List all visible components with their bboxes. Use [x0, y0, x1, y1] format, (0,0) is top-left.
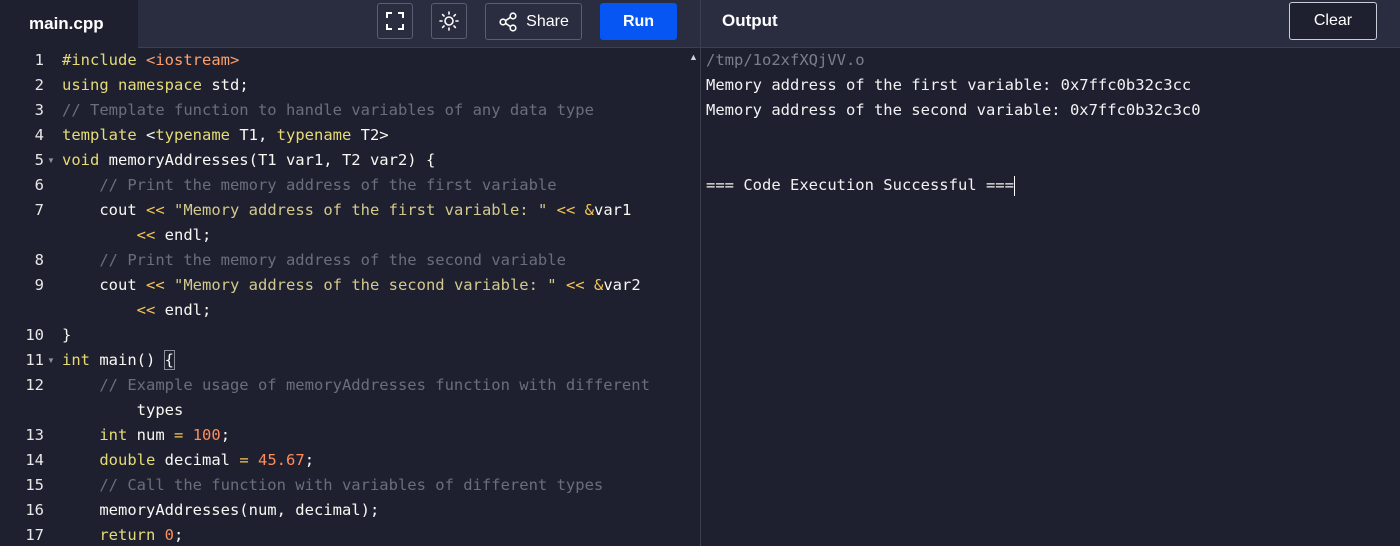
- code-editor[interactable]: 1 2 3 4 5 ▼ 6 7 8 9 10 11 ▼ 12 13 14 15 …: [0, 48, 700, 546]
- code-line[interactable]: // Template function to handle variables…: [62, 98, 594, 123]
- line-number: 10: [25, 326, 44, 344]
- theme-sun-icon: [439, 11, 459, 31]
- fullscreen-icon: [386, 12, 404, 30]
- clear-button[interactable]: Clear: [1289, 2, 1377, 40]
- code-line[interactable]: << endl;: [62, 298, 212, 323]
- line-number: 6: [34, 176, 44, 194]
- line-number: 14: [25, 451, 44, 469]
- line-number: 2: [34, 76, 44, 94]
- text-cursor: [1013, 175, 1015, 196]
- code-line[interactable]: template <typename T1, typename T2>: [62, 123, 389, 148]
- output-line: Memory address of the first variable: 0x…: [706, 76, 1192, 94]
- scroll-up-icon[interactable]: ▲: [689, 52, 698, 62]
- share-icon: [499, 11, 517, 32]
- line-number: 15: [25, 476, 44, 494]
- code-line[interactable]: int main() {: [62, 348, 176, 373]
- line-number: 5: [34, 151, 44, 169]
- output-path: /tmp/1o2xfXQjVV.o: [706, 51, 865, 69]
- line-number: 7: [34, 201, 44, 219]
- line-number: 8: [34, 251, 44, 269]
- line-number-gutter: 1 2 3 4 5 ▼ 6 7 8 9 10 11 ▼ 12 13 14 15 …: [0, 48, 62, 546]
- share-label: Share: [526, 12, 569, 30]
- code-area[interactable]: #include <iostream> using namespace std; /…: [62, 48, 700, 546]
- code-line[interactable]: cout << "Memory address of the second va…: [62, 273, 640, 298]
- code-line[interactable]: return 0;: [62, 523, 183, 546]
- code-line[interactable]: cout << "Memory address of the first var…: [62, 198, 631, 223]
- file-tab-main-cpp[interactable]: main.cpp: [0, 0, 138, 48]
- fold-arrow-icon[interactable]: ▼: [47, 148, 55, 173]
- output-status-line: === Code Execution Successful ===: [706, 173, 1015, 198]
- code-line[interactable]: << endl;: [62, 223, 212, 248]
- line-number: 13: [25, 426, 44, 444]
- output-title: Output: [722, 11, 778, 30]
- output-line: Memory address of the second variable: 0…: [706, 101, 1201, 119]
- code-line[interactable]: // Call the function with variables of d…: [62, 473, 603, 498]
- line-number: 3: [34, 101, 44, 119]
- code-line[interactable]: memoryAddresses(num, decimal);: [62, 498, 379, 523]
- code-line[interactable]: // Example usage of memoryAddresses func…: [62, 373, 650, 398]
- code-line[interactable]: double decimal = 45.67;: [62, 448, 314, 473]
- line-number: 17: [25, 526, 44, 544]
- run-button[interactable]: Run: [600, 3, 677, 40]
- code-line[interactable]: }: [62, 323, 71, 348]
- fold-arrow-icon[interactable]: ▼: [47, 348, 55, 373]
- fullscreen-button[interactable]: [377, 3, 413, 39]
- code-line[interactable]: using namespace std;: [62, 73, 249, 98]
- share-button[interactable]: Share: [485, 3, 582, 40]
- output-panel: /tmp/1o2xfXQjVV.o Memory address of the …: [701, 48, 1400, 546]
- line-number: 9: [34, 276, 44, 294]
- line-number: 12: [25, 376, 44, 394]
- code-line[interactable]: #include <iostream>: [62, 48, 239, 73]
- output-status-text: === Code Execution Successful ===: [706, 176, 1014, 194]
- code-line[interactable]: int num = 100;: [62, 423, 230, 448]
- theme-toggle-button[interactable]: [431, 3, 467, 39]
- line-number: 4: [34, 126, 44, 144]
- line-number: 16: [25, 501, 44, 519]
- code-line[interactable]: types: [62, 398, 184, 423]
- code-line[interactable]: // Print the memory address of the secon…: [62, 248, 566, 273]
- line-number: 1: [34, 51, 44, 69]
- code-line[interactable]: // Print the memory address of the first…: [62, 173, 556, 198]
- code-line[interactable]: void memoryAddresses(T1 var1, T2 var2) {: [62, 148, 435, 173]
- line-number: 11: [25, 351, 44, 369]
